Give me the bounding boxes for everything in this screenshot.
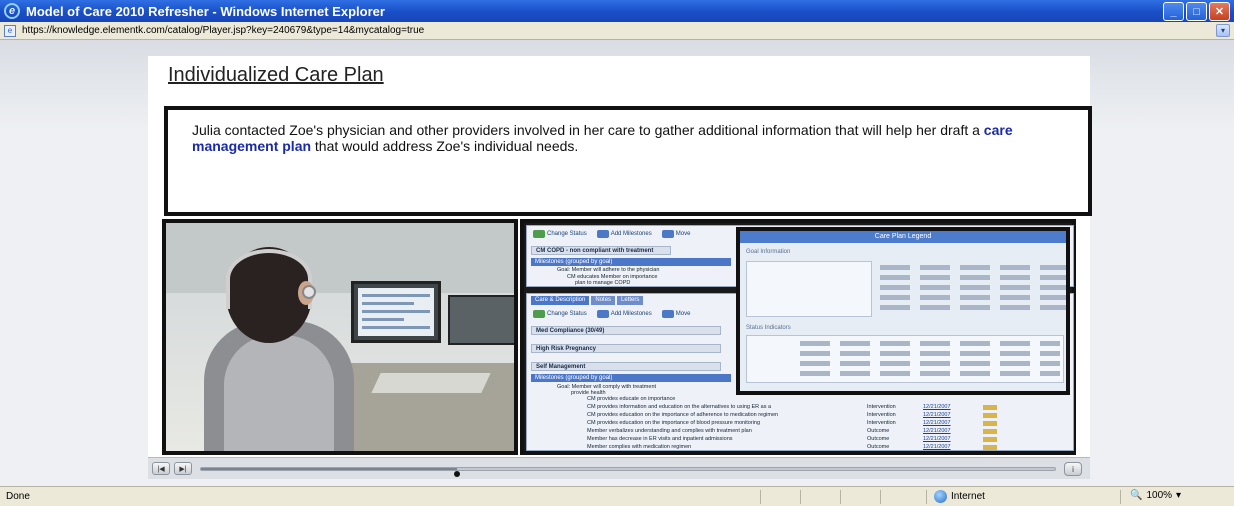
- table-row: Member complies with medication regimen O…: [587, 444, 1067, 450]
- move-icon: [661, 310, 674, 318]
- table-row: CM provides educate on importance: [587, 396, 676, 402]
- window-controls: _ □ ✕: [1163, 2, 1230, 21]
- chevron-down-icon[interactable]: ▾: [1216, 24, 1230, 37]
- progress-track[interactable]: [200, 467, 1056, 471]
- top-grid-header: Milestones (grouped by goal): [531, 258, 731, 266]
- security-zone: Internet: [934, 490, 985, 503]
- change-status-icon: [533, 310, 545, 318]
- minimize-button[interactable]: _: [1163, 2, 1184, 21]
- bottom-grid-header: Milestones (grouped by goal): [531, 374, 731, 382]
- window-title: Model of Care 2010 Refresher - Windows I…: [26, 3, 385, 19]
- player-controls: |◀ ▶| i: [148, 457, 1090, 479]
- window-title-bar: e Model of Care 2010 Refresher - Windows…: [0, 0, 1234, 22]
- status-bar: Done Internet 🔍 100% ▾: [0, 486, 1234, 506]
- info-button[interactable]: i: [1064, 462, 1082, 476]
- toolbar-label: Add Milestones: [610, 311, 652, 317]
- tab-letters: Letters: [617, 296, 644, 305]
- care-plan-legend: Care Plan Legend Goal Information Status…: [736, 227, 1070, 395]
- edit-icon[interactable]: [983, 421, 997, 426]
- page-icon: e: [4, 24, 16, 37]
- address-bar[interactable]: e https://knowledge.elementk.com/catalog…: [0, 22, 1234, 40]
- play-pause-button[interactable]: ▶|: [174, 462, 192, 475]
- toolbar-label: Change Status: [547, 311, 587, 317]
- section-header: High Risk Pregnancy: [531, 344, 721, 353]
- course-player: Individualized Care Plan Julia contacted…: [148, 56, 1092, 479]
- table-row: CM provides information and education on…: [587, 404, 1067, 410]
- screenshot-tabs: Care & Description Notes Letters: [531, 296, 644, 305]
- edit-icon[interactable]: [983, 429, 997, 434]
- status-text: Done: [6, 491, 30, 502]
- change-status-icon: [533, 230, 545, 238]
- toolbar-label: Change Status: [547, 231, 587, 237]
- section-header: Self Management: [531, 362, 721, 371]
- rewind-button[interactable]: |◀: [152, 462, 170, 475]
- progress-fill: [201, 468, 458, 470]
- browser-content: Individualized Care Plan Julia contacted…: [0, 40, 1234, 486]
- zoom-control[interactable]: 🔍 100% ▾: [1130, 490, 1181, 501]
- table-row: CM provides education on the importance …: [587, 412, 1067, 418]
- globe-icon: [934, 490, 947, 503]
- table-row: Member has decrease in ER visits and inp…: [587, 436, 1067, 442]
- zoom-level: 100%: [1146, 490, 1173, 501]
- close-button[interactable]: ✕: [1209, 2, 1230, 21]
- edit-icon[interactable]: [983, 405, 997, 410]
- table-row: CM provides education on the importance …: [587, 420, 1067, 426]
- narration-text-end: that would address Zoe's individual need…: [311, 138, 579, 154]
- legend-goal-box: [746, 261, 872, 317]
- legend-section: Status Indicators: [746, 325, 791, 331]
- top-section-header: CM COPD - non compliant with treatment: [531, 246, 671, 255]
- zone-label: Internet: [951, 491, 985, 502]
- table-row: Member verbalizes understanding and comp…: [587, 428, 1067, 434]
- edit-icon[interactable]: [983, 413, 997, 418]
- add-milestones-icon: [596, 310, 609, 318]
- tab-care-description: Care & Description: [531, 296, 590, 305]
- chevron-down-icon[interactable]: ▾: [1176, 490, 1181, 501]
- toolbar-label: Move: [675, 311, 691, 317]
- edit-icon[interactable]: [983, 445, 997, 450]
- edit-icon[interactable]: [983, 437, 997, 442]
- screenshot-toolbar: Change Status Add Milestones Move: [533, 230, 690, 238]
- narration-text-start: Julia contacted Zoe's physician and othe…: [192, 122, 984, 138]
- slide-title: Individualized Care Plan: [168, 64, 384, 86]
- top-row: Goal: Member will adhere to the physicia…: [557, 267, 660, 273]
- legend-title: Care Plan Legend: [740, 231, 1066, 243]
- internet-explorer-icon: e: [4, 3, 20, 19]
- section-header: Med Compliance (30/49): [531, 326, 721, 335]
- magnifier-icon: 🔍: [1130, 490, 1143, 501]
- top-row: plan to manage COPD: [575, 280, 631, 286]
- legend-section: Goal Information: [746, 249, 791, 255]
- address-url[interactable]: https://knowledge.elementk.com/catalog/P…: [22, 25, 424, 36]
- toolbar-label: Add Milestones: [610, 231, 652, 237]
- monitor-illustration: [351, 281, 441, 343]
- screenshot-toolbar: Change Status Add Milestones Move: [533, 310, 690, 318]
- progress-handle[interactable]: [453, 471, 460, 477]
- move-icon: [661, 230, 674, 238]
- toolbar-label: Move: [675, 231, 691, 237]
- maximize-button[interactable]: □: [1186, 2, 1207, 21]
- care-manager-illustration: [162, 219, 518, 455]
- tab-notes: Notes: [591, 296, 616, 305]
- add-milestones-icon: [596, 230, 609, 238]
- narration-box: Julia contacted Zoe's physician and othe…: [164, 106, 1092, 216]
